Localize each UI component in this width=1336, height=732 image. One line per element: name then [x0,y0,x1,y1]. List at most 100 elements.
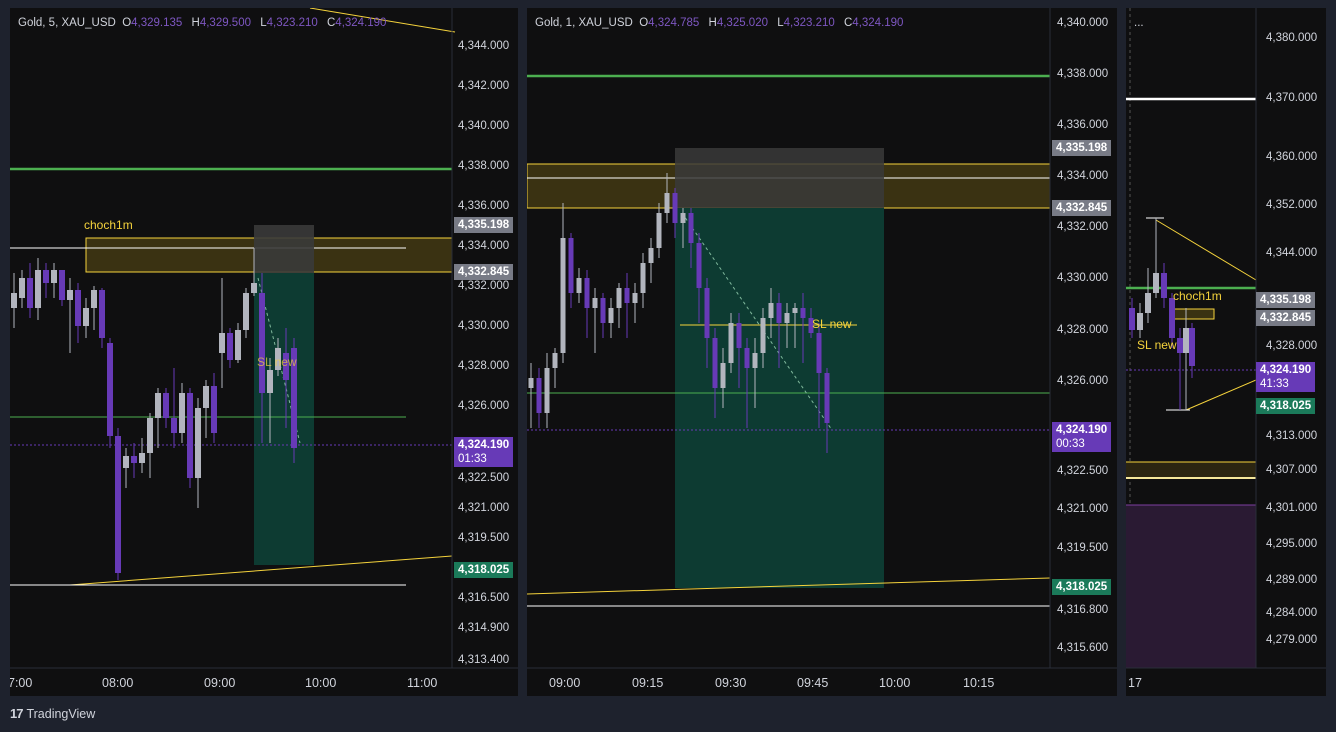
candle-body [27,278,33,308]
candle-body [139,453,145,463]
time-axis-label: 11:00 [407,676,438,690]
open-value: 4,324.785 [648,17,700,29]
low-key: L [777,17,784,29]
price-tag: 4,332.845 [454,264,514,280]
candle-body [67,290,73,300]
chart-plot-5m[interactable] [10,8,518,696]
candle-body [1189,328,1195,366]
candle-body [1183,328,1189,353]
candle-body [1145,293,1151,313]
price-axis-label: 4,316.800 [1057,604,1109,616]
candle-body [203,386,209,408]
candle-body [43,270,49,283]
price-axis-label: 4,319.500 [1057,542,1109,554]
zone-label: choch1m [1173,289,1222,303]
candle-body [211,386,217,433]
candle-body [235,330,241,360]
chart-plot-htf[interactable] [1126,8,1326,696]
tradingview-footer[interactable]: 17 TradingView [10,706,95,721]
current-price: 4,324.190 [1056,424,1108,436]
candle-body [776,303,782,323]
price-axis-label: 4,319.500 [458,532,510,544]
chart-panel-htf[interactable]: ... choch1m SL new 4,380.000 4,370.000 4,3… [1126,8,1326,696]
zone-label: choch1m [84,218,133,232]
candle-body [632,293,638,303]
candle-body [600,298,606,323]
chart-panel-5m[interactable]: Gold, 5, XAU_USD O4,329.135 H4,329.500 L… [10,8,518,696]
chart-plot-1m[interactable] [527,8,1117,696]
candle-body [720,363,726,388]
price-axis-label: 4,338.000 [458,160,510,172]
time-axis-label: 09:30 [715,676,747,690]
price-axis-label: 4,289.000 [1266,574,1318,586]
candle-body [163,393,169,418]
candle-body [616,288,622,308]
price-tag: 4,332.845 [1256,310,1316,326]
candle-body [552,353,558,368]
candle-body [99,290,105,338]
legend-menu[interactable]: ... [1134,17,1144,29]
symbol-name: Gold, 1, XAU_USD [535,17,633,29]
price-axis-label: 4,332.000 [1057,221,1109,233]
symbol-legend: Gold, 1, XAU_USD O4,324.785 H4,325.020 L… [535,17,909,29]
price-axis-label: 4,279.000 [1266,634,1318,646]
candle-body [584,278,590,308]
time-axis-label: 17 [1128,676,1142,690]
candle-body [768,303,774,318]
open-key: O [122,17,132,29]
high-key: H [708,17,717,29]
candle-body [115,436,121,573]
candle-body [824,373,830,423]
current-price-tag: 4,324.190 41:33 [1256,362,1316,392]
price-axis-label: 4,321.000 [458,502,510,514]
price-tag: 4,335.198 [1052,140,1112,156]
price-axis-label: 4,316.500 [458,592,510,604]
tp-price-tag: 4,318.025 [1256,398,1316,414]
price-axis-label: 4,332.000 [458,280,510,292]
candle-body [11,293,17,308]
candle-body [35,270,41,308]
candle-body [664,193,670,213]
candle-body [1169,298,1175,338]
bar-countdown: 00:33 [1056,438,1085,450]
candle-body [736,323,742,348]
sl-label: SL new [257,355,297,369]
time-axis-label: 10:00 [879,676,911,690]
price-axis-label: 4,334.000 [1057,170,1109,182]
price-axis-label: 4,344.000 [458,40,510,52]
candle-body [536,378,542,413]
price-axis-label: 4,307.000 [1266,464,1318,476]
close-value: 4,324.190 [335,17,387,29]
price-axis-label: 4,330.000 [458,320,510,332]
low-value: 4,323.210 [266,17,318,29]
price-axis-label: 4,328.000 [458,360,510,372]
candle-body [1161,273,1167,298]
candle-body [656,213,662,248]
price-tag: 4,335.198 [1256,292,1316,308]
candle-body [728,323,734,363]
tp-price-tag: 4,318.025 [1052,579,1112,595]
price-axis-label: 4,315.600 [1057,642,1109,654]
price-axis-label: 4,336.000 [458,200,510,212]
candle-body [91,290,97,308]
candle-body [744,348,750,368]
candle-body [19,278,25,298]
price-axis-label: 4,313.400 [458,654,510,666]
bar-countdown: 41:33 [1260,378,1289,390]
price-axis-label: 4,342.000 [458,80,510,92]
candle-body [1153,273,1159,293]
low-value: 4,323.210 [783,17,835,29]
candle-body [267,370,273,393]
price-tag: 4,332.845 [1052,200,1112,216]
price-axis-label: 4,326.000 [1057,375,1109,387]
tradingview-logo-icon: 17 [10,706,24,721]
candle-body [259,293,265,393]
price-axis-label: 4,334.000 [458,240,510,252]
candle-body [640,263,646,293]
price-axis-label: 4,284.000 [1266,607,1318,619]
time-axis-label: 08:00 [102,676,134,690]
candle-body [712,338,718,388]
candle-body [576,278,582,293]
candle-body [672,193,678,223]
chart-panel-1m[interactable]: Gold, 1, XAU_USD O4,324.785 H4,325.020 L… [527,8,1117,696]
